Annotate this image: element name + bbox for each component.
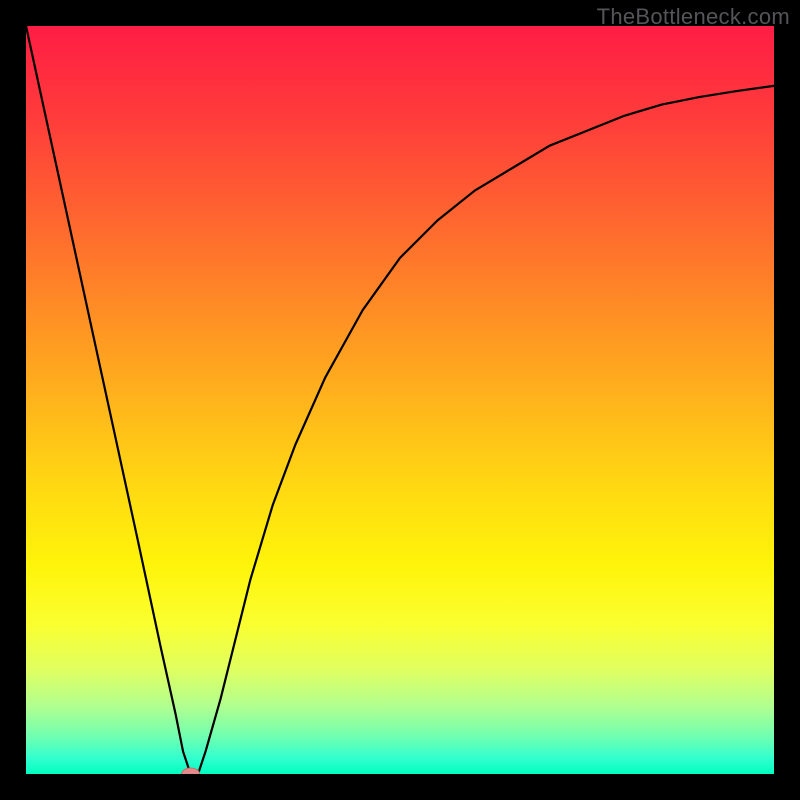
bottleneck-curve bbox=[26, 26, 774, 774]
chart-svg bbox=[26, 26, 774, 774]
optimum-marker bbox=[182, 768, 200, 774]
chart-frame: TheBottleneck.com bbox=[0, 0, 800, 800]
watermark-text: TheBottleneck.com bbox=[597, 4, 790, 30]
plot-area bbox=[26, 26, 774, 774]
